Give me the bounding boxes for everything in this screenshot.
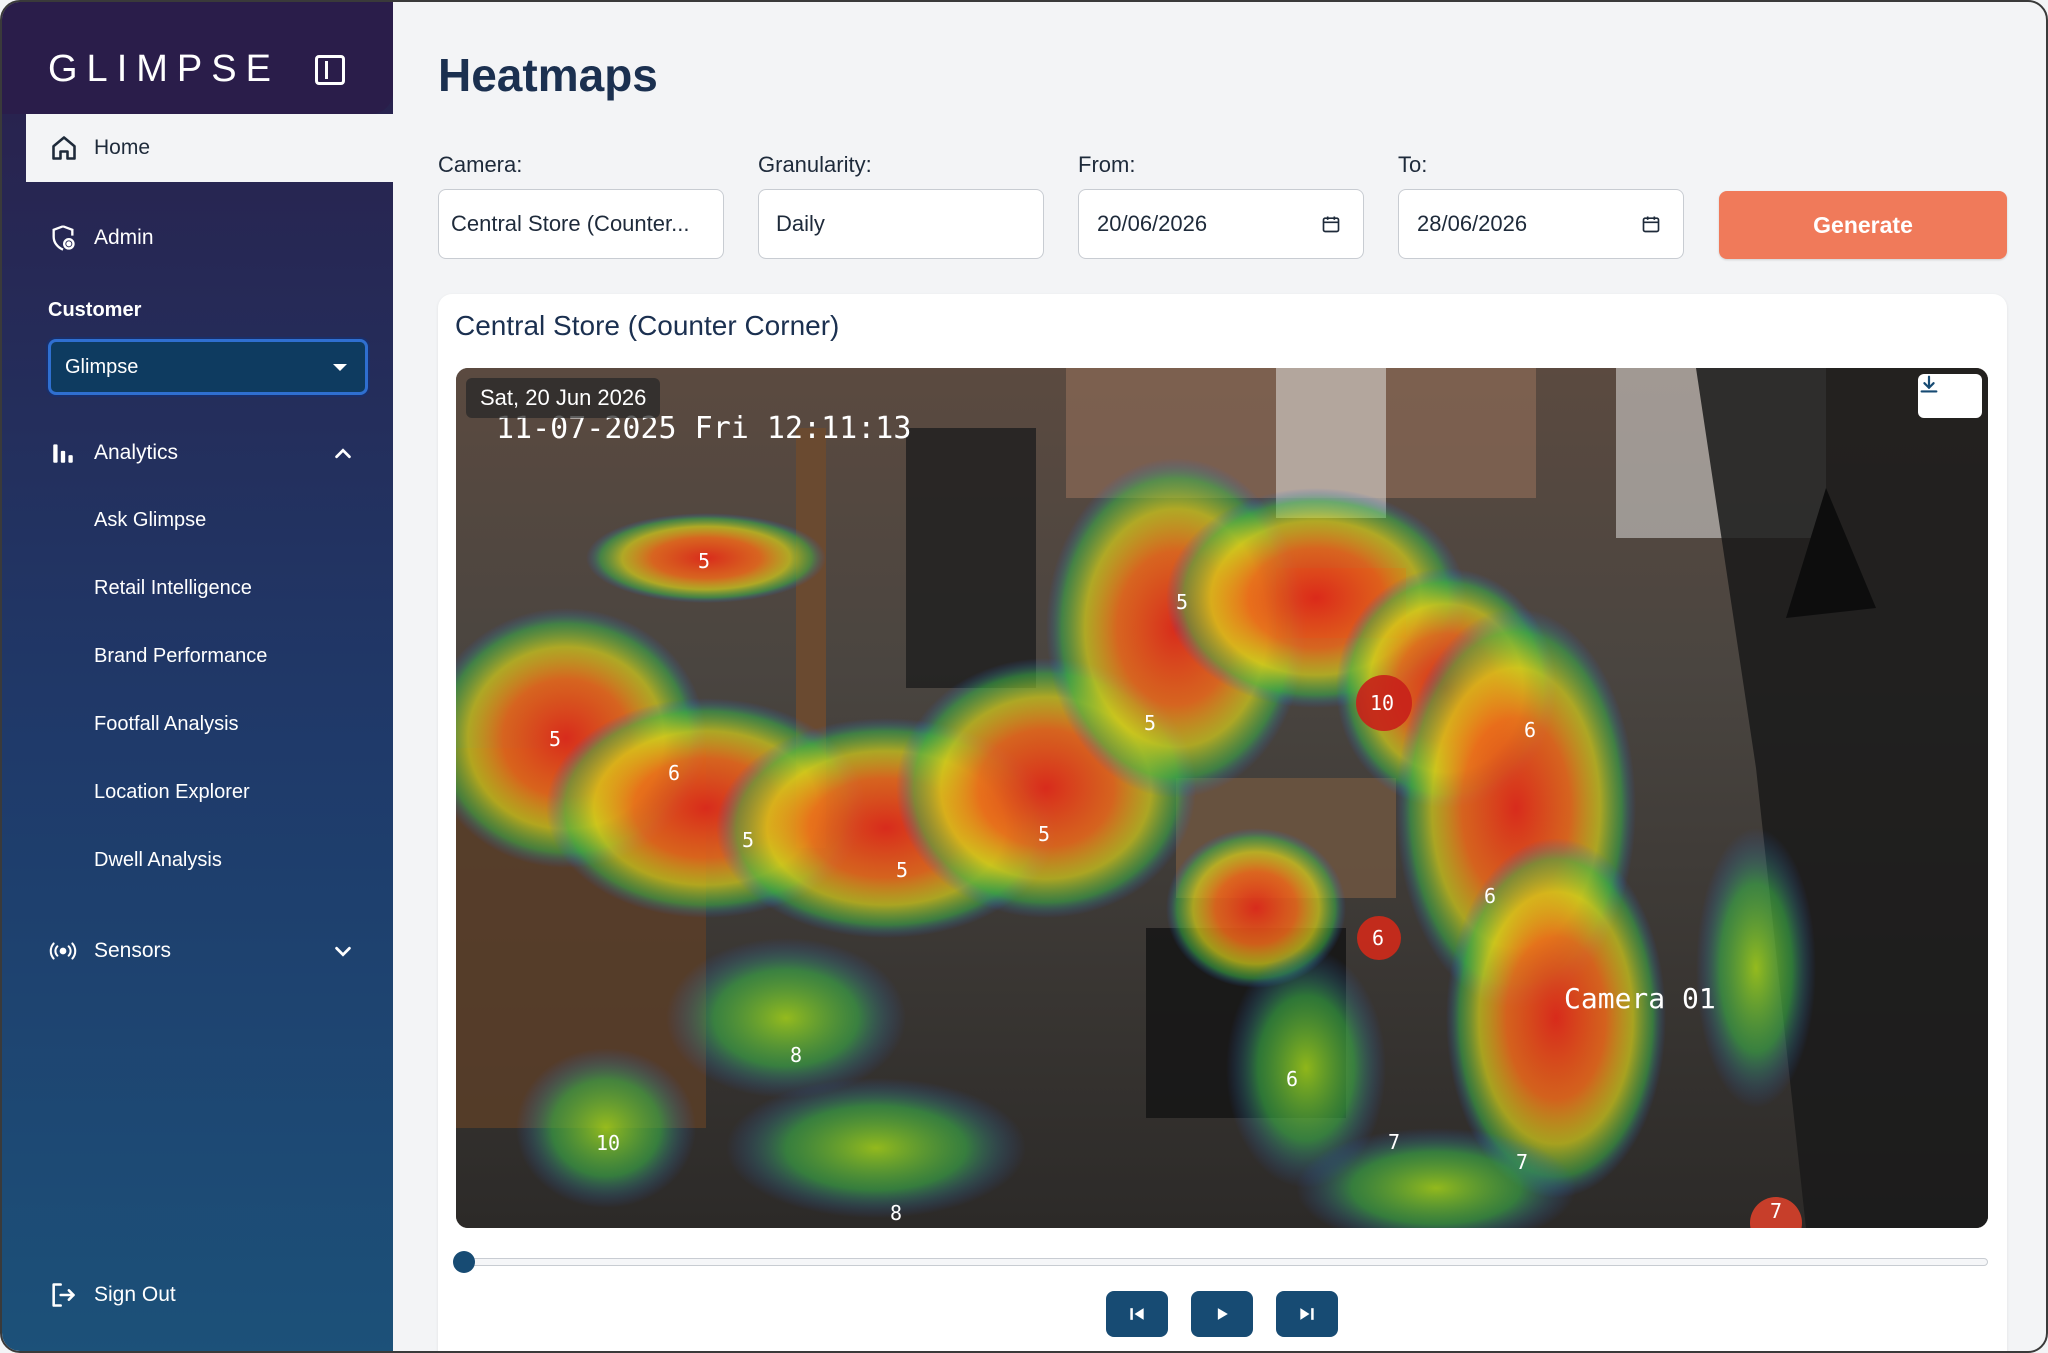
skip-forward-icon (1300, 1308, 1314, 1320)
shelving-unit (906, 428, 1036, 688)
date-chip: Sat, 20 Jun 2026 (466, 378, 661, 418)
generate-button[interactable]: Generate (1719, 191, 2007, 259)
dwell-label: 6 (1286, 1067, 1298, 1091)
camera-name: Camera 01 (1564, 982, 1716, 1015)
brand-row: GLIMPSE (2, 2, 393, 114)
dwell-label: 5 (742, 828, 754, 852)
skip-back-button[interactable] (1106, 1291, 1168, 1337)
dwell-label: 7 (1770, 1199, 1782, 1223)
customer-select-value: Glimpse (65, 355, 139, 378)
sidebar-item-location-explorer[interactable]: Location Explorer (94, 781, 250, 804)
sidebar-item-sensors[interactable]: Sensors (48, 936, 171, 966)
play-icon (1217, 1308, 1228, 1320)
dwell-label: 5 (1176, 590, 1188, 614)
to-date-value: 28/06/2026 (1417, 211, 1528, 236)
granularity-select[interactable]: Daily (758, 189, 1044, 259)
skip-forward-button[interactable] (1276, 1291, 1338, 1337)
sidebar-item-footfall-analysis[interactable]: Footfall Analysis (94, 713, 239, 736)
sidebar-item-admin[interactable]: Admin (48, 223, 154, 253)
heatmap-card-title: Central Store (Counter Corner) (455, 310, 840, 341)
sidebar-item-analytics[interactable]: Analytics (48, 438, 178, 468)
camera-select-value: Central Store (Counter... (451, 211, 690, 236)
main-content: Heatmaps Camera: Central Store (Counter.… (393, 2, 2046, 1351)
dwell-label: 6 (1484, 884, 1496, 908)
to-label: To: (1398, 152, 1428, 177)
dwell-label: 7 (1516, 1150, 1528, 1174)
sidebar-item-dwell-analysis[interactable]: Dwell Analysis (94, 849, 222, 872)
dwell-label: 6 (1524, 718, 1536, 742)
sidebar-item-label: Analytics (94, 441, 179, 464)
sidebar-item-label: Admin (94, 226, 154, 249)
from-date-input[interactable]: 20/06/2026 (1078, 189, 1364, 259)
download-icon (1920, 375, 1938, 393)
dwell-label: 10 (1370, 691, 1394, 715)
sign-out-button[interactable]: Sign Out (48, 1280, 176, 1310)
play-button[interactable] (1191, 1291, 1253, 1337)
heatmap-canvas: 11-07-2025 Fri 12:11:13 Camera 01 5 5 5 … (456, 368, 1988, 1228)
sidebar-item-retail-intelligence[interactable]: Retail Intelligence (94, 577, 252, 600)
page-title: Heatmaps (438, 49, 658, 101)
dwell-label: 8 (890, 1201, 902, 1225)
sensor-icon (48, 936, 78, 966)
shield-icon (48, 223, 78, 253)
heatmap-image: 11-07-2025 Fri 12:11:13 Camera 01 5 5 5 … (456, 368, 1988, 1228)
dwell-label: 10 (596, 1131, 620, 1155)
sign-out-icon (48, 1280, 78, 1310)
dwell-label: 7 (1388, 1130, 1400, 1154)
granularity-select-value: Daily (776, 211, 825, 236)
dwell-label: 5 (1144, 711, 1156, 735)
caret-down-icon (333, 364, 347, 371)
skip-back-icon (1130, 1308, 1144, 1320)
sign-out-label: Sign Out (94, 1283, 176, 1306)
dwell-label: 5 (549, 727, 561, 751)
dwell-label: 5 (896, 858, 908, 882)
sidebar-item-label: Sensors (94, 939, 172, 962)
chevron-down-icon[interactable] (332, 940, 354, 962)
logo: GLIMPSE (48, 48, 280, 90)
sidebar-item-brand-performance[interactable]: Brand Performance (94, 645, 267, 668)
sidebar-item-home[interactable]: Home (26, 114, 393, 182)
dwell-label: 8 (790, 1043, 802, 1067)
dwell-label: 6 (1372, 926, 1384, 950)
chevron-up-icon[interactable] (332, 443, 354, 465)
dwell-label: 5 (1038, 822, 1050, 846)
app-window: GLIMPSE Home Admin Customer Glimpse Anal… (0, 0, 2048, 1353)
customer-section-label: Customer (48, 299, 142, 321)
sidebar: GLIMPSE Home Admin Customer Glimpse Anal… (2, 2, 393, 1351)
camera-select[interactable]: Central Store (Counter... (438, 189, 724, 259)
sidebar-item-ask-glimpse[interactable]: Ask Glimpse (94, 509, 206, 532)
heatmap-card: Central Store (Counter Corner) 11-07-202… (438, 294, 2007, 1351)
timeline-slider-thumb[interactable] (453, 1251, 475, 1273)
sidebar-item-label: Home (94, 136, 151, 159)
calendar-icon[interactable] (1321, 214, 1341, 234)
customer-select[interactable]: Glimpse (48, 339, 368, 395)
calendar-icon[interactable] (1641, 214, 1661, 234)
bar-chart-icon (48, 438, 78, 468)
to-date-input[interactable]: 28/06/2026 (1398, 189, 1684, 259)
download-button[interactable] (1918, 374, 1982, 418)
dwell-label: 6 (668, 761, 680, 785)
granularity-label: Granularity: (758, 152, 872, 177)
timeline-slider[interactable] (456, 1258, 1988, 1266)
collapse-sidebar-icon[interactable] (315, 55, 345, 85)
camera-label: Camera: (438, 152, 523, 177)
from-date-value: 20/06/2026 (1097, 211, 1208, 236)
home-icon (52, 136, 76, 160)
from-label: From: (1078, 152, 1136, 177)
dwell-label: 5 (698, 549, 710, 573)
